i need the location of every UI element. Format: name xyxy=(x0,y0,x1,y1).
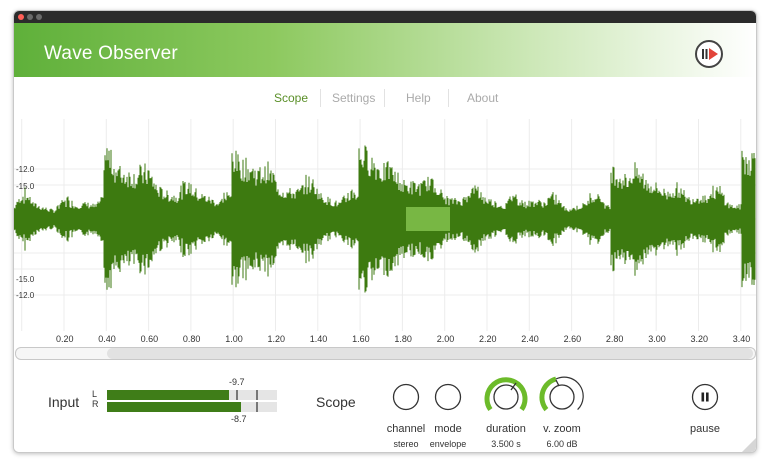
x-axis-tick-label: 1.40 xyxy=(310,334,328,344)
x-axis-tick-label: 2.80 xyxy=(606,334,624,344)
scope-section-label: Scope xyxy=(316,394,356,410)
right-level-readout: -8.7 xyxy=(231,414,247,424)
left-peak-marker xyxy=(236,390,238,400)
mode-knob[interactable] xyxy=(434,383,462,411)
waveform-highlight xyxy=(406,207,450,231)
y-axis-label: -12.0 xyxy=(16,165,35,174)
x-axis-tick-label: 1.00 xyxy=(225,334,243,344)
y-axis-label: -15.0 xyxy=(16,275,35,284)
x-axis-tick-label: 0.40 xyxy=(98,334,116,344)
resize-grip-icon[interactable] xyxy=(742,438,756,452)
x-axis-tick-label: 0.60 xyxy=(141,334,159,344)
app-header: Wave Observer xyxy=(14,23,756,77)
pause-icon xyxy=(701,392,705,402)
app-title: Wave Observer xyxy=(44,43,178,64)
scope-view[interactable]: -12.0 -15.0 -15.0 -12.0 0.20 0.40 0.60 0.80 1.00… xyxy=(14,119,756,345)
right-channel-label: R xyxy=(92,399,99,409)
x-axis-tick-label: 1.60 xyxy=(352,334,370,344)
left-meter-fill xyxy=(107,390,230,400)
vzoom-knob[interactable] xyxy=(537,372,587,420)
x-axis-tick-label: 3.20 xyxy=(691,334,709,344)
y-axis-label: -15.0 xyxy=(16,182,35,191)
tab-about[interactable]: About xyxy=(467,91,498,105)
x-axis-tick-label: 2.40 xyxy=(521,334,539,344)
vzoom-label: v. zoom xyxy=(543,423,581,435)
x-axis-tick-label: 1.80 xyxy=(394,334,412,344)
zoom-window-button[interactable] xyxy=(36,14,42,20)
x-axis-tick-label: 1.20 xyxy=(268,334,286,344)
channel-knob[interactable] xyxy=(392,383,420,411)
title-bar xyxy=(14,11,756,23)
nav-divider xyxy=(384,89,385,107)
y-axis-label: -12.0 xyxy=(16,291,35,300)
nav-divider xyxy=(320,89,321,107)
brand-logo-icon xyxy=(702,48,718,60)
pause-button[interactable] xyxy=(691,383,719,411)
tab-help[interactable]: Help xyxy=(406,91,431,105)
close-window-button[interactable] xyxy=(18,14,24,20)
input-label: Input xyxy=(48,394,80,410)
control-panel: Input L R -9.7 -8.7 Scope channel stereo… xyxy=(14,361,756,452)
minimize-window-button[interactable] xyxy=(27,14,33,20)
tab-settings[interactable]: Settings xyxy=(332,91,375,105)
x-axis-tick-label: 3.00 xyxy=(648,334,666,344)
left-channel-label: L xyxy=(92,389,98,399)
waveform-display[interactable]: -12.0 -15.0 -15.0 -12.0 0.20 0.40 0.60 0.80 1.00… xyxy=(14,119,756,345)
vzoom-value: 6.00 dB xyxy=(546,439,578,449)
x-axis-tick-label: 2.00 xyxy=(437,334,455,344)
x-axis-tick-label: 3.40 xyxy=(733,334,751,344)
left-level-readout: -9.7 xyxy=(229,377,245,387)
waveform-trace xyxy=(14,145,756,293)
horizontal-scrollbar[interactable] xyxy=(14,345,756,360)
pause-label: pause xyxy=(690,423,720,435)
right-meter-fill xyxy=(107,402,242,412)
right-peak-marker xyxy=(256,402,258,412)
tab-scope[interactable]: Scope xyxy=(274,91,308,105)
left-peak-hold-marker xyxy=(256,390,258,400)
app-window: Wave Observer Scope Settings Help About … xyxy=(13,10,757,453)
x-axis-tick-label: 2.60 xyxy=(564,334,582,344)
main-nav: Scope Settings Help About xyxy=(14,77,756,120)
duration-knob[interactable] xyxy=(481,372,531,420)
scroll-thumb[interactable] xyxy=(107,348,753,359)
x-axis-tick-label: 2.20 xyxy=(479,334,497,344)
x-axis-tick-label: 0.20 xyxy=(56,334,74,344)
x-axis-tick-label: 0.80 xyxy=(183,334,201,344)
nav-divider xyxy=(448,89,449,107)
logo-button[interactable] xyxy=(695,40,723,68)
